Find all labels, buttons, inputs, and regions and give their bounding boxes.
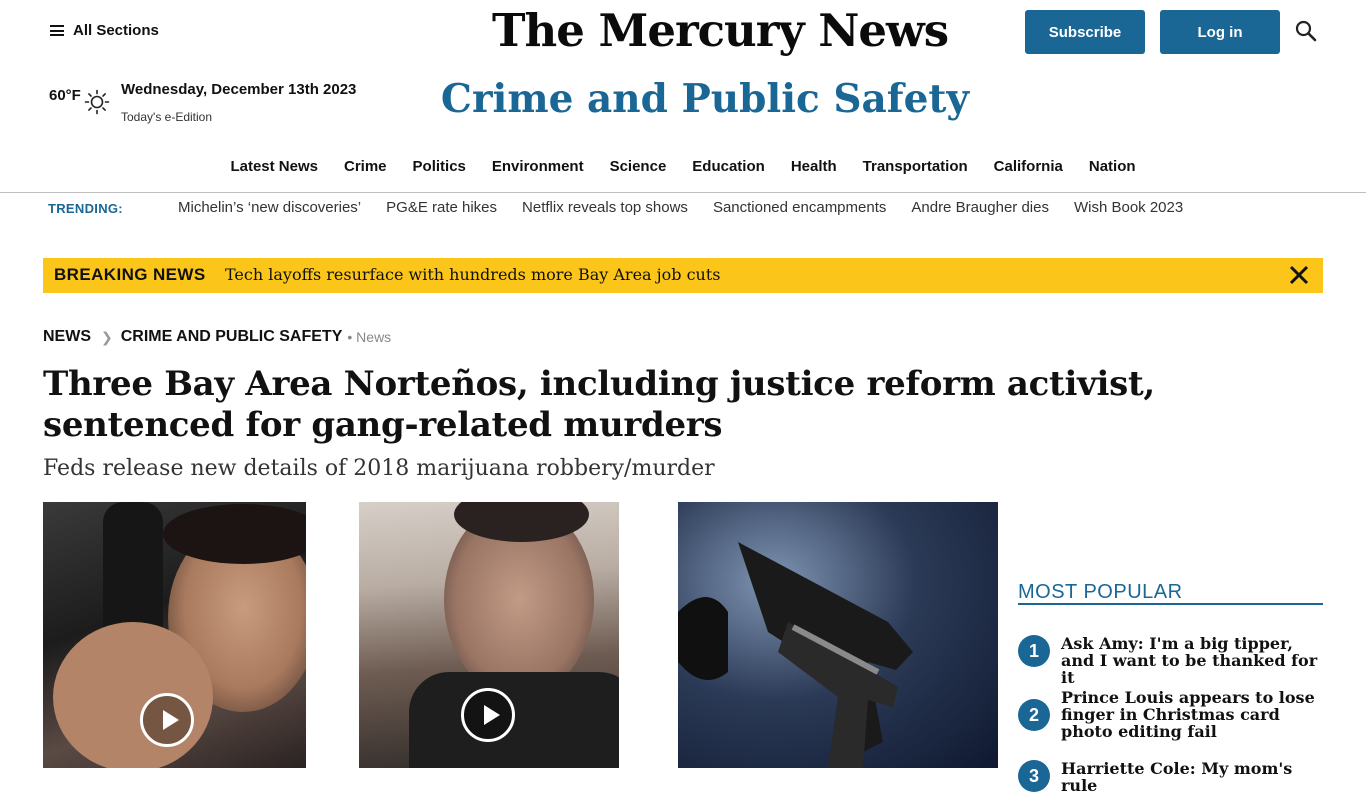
trending-item[interactable]: Sanctioned encampments (713, 199, 886, 216)
article-photo[interactable] (678, 502, 998, 768)
nav-item-environment[interactable]: Environment (479, 158, 597, 175)
all-sections-button[interactable]: All Sections (50, 22, 159, 39)
most-popular-title: MOST POPULAR (1018, 581, 1183, 603)
current-date: Wednesday, December 13th 2023 (121, 81, 357, 98)
trending-list: Michelin’s ‘new discoveries’ PG&E rate h… (178, 199, 1183, 216)
breaking-news-headline[interactable]: Tech layoffs resurface with hundreds mor… (225, 265, 721, 284)
article-tag: • News (347, 329, 392, 345)
nav-divider (0, 192, 1366, 193)
nav-item-education[interactable]: Education (679, 158, 778, 175)
login-button[interactable]: Log in (1160, 10, 1280, 54)
most-popular-headline[interactable]: Prince Louis appears to lose finger in C… (1061, 689, 1323, 740)
sun-icon (84, 89, 110, 115)
primary-nav: Latest News Crime Politics Environment S… (0, 158, 1366, 175)
search-icon[interactable] (1295, 20, 1317, 42)
trending-item[interactable]: PG&E rate hikes (386, 199, 497, 216)
play-icon[interactable] (140, 693, 194, 747)
nav-item-science[interactable]: Science (597, 158, 680, 175)
most-popular-item[interactable]: 1 Ask Amy: I'm a big tipper, and I want … (1018, 635, 1323, 686)
e-edition-link[interactable]: Today's e-Edition (121, 110, 212, 124)
all-sections-label: All Sections (73, 22, 159, 39)
breadcrumb-news[interactable]: News (43, 328, 91, 346)
article-subheadline: Feds release new details of 2018 marijua… (43, 456, 715, 481)
video-thumbnail[interactable] (43, 502, 306, 768)
trending-label: TRENDING: (48, 201, 123, 216)
breadcrumb-crime-public-safety[interactable]: Crime and Public Safety (121, 328, 343, 346)
close-icon[interactable] (1287, 263, 1311, 287)
handguns-image (678, 542, 913, 768)
temperature: 60°F (49, 87, 81, 104)
video-thumbnail[interactable] (359, 502, 619, 768)
nav-item-politics[interactable]: Politics (400, 158, 479, 175)
trending-item[interactable]: Wish Book 2023 (1074, 199, 1183, 216)
section-title[interactable]: Crime and Public Safety (400, 76, 1010, 122)
most-popular-item[interactable]: 3 Harriette Cole: My mom's rule (1018, 760, 1323, 794)
most-popular-headline[interactable]: Harriette Cole: My mom's rule (1061, 760, 1323, 794)
rank-badge: 3 (1018, 760, 1050, 792)
nav-item-health[interactable]: Health (778, 158, 850, 175)
rank-badge: 2 (1018, 699, 1050, 731)
most-popular-divider (1018, 603, 1323, 605)
article-headline: Three Bay Area Norteños, including justi… (43, 364, 1155, 445)
breaking-news-label: BREAKING NEWS (54, 265, 206, 284)
most-popular-headline[interactable]: Ask Amy: I'm a big tipper, and I want to… (1061, 635, 1323, 686)
play-icon[interactable] (461, 688, 515, 742)
masthead-logo[interactable]: The Mercury News (492, 2, 949, 60)
breaking-news-banner: BREAKING NEWS Tech layoffs resurface wit… (43, 258, 1323, 293)
breadcrumb: News ❯ Crime and Public Safety • News (43, 328, 391, 346)
nav-item-latest-news[interactable]: Latest News (217, 158, 331, 175)
menu-icon (50, 25, 64, 36)
nav-item-california[interactable]: California (981, 158, 1076, 175)
rank-badge: 1 (1018, 635, 1050, 667)
most-popular-item[interactable]: 2 Prince Louis appears to lose finger in… (1018, 689, 1323, 740)
trending-item[interactable]: Andre Braugher dies (911, 199, 1049, 216)
nav-item-nation[interactable]: Nation (1076, 158, 1149, 175)
trending-item[interactable]: Netflix reveals top shows (522, 199, 688, 216)
chevron-right-icon: ❯ (101, 328, 113, 345)
trending-item[interactable]: Michelin’s ‘new discoveries’ (178, 199, 361, 216)
subscribe-button[interactable]: Subscribe (1025, 10, 1145, 54)
nav-item-crime[interactable]: Crime (331, 158, 400, 175)
nav-item-transportation[interactable]: Transportation (850, 158, 981, 175)
